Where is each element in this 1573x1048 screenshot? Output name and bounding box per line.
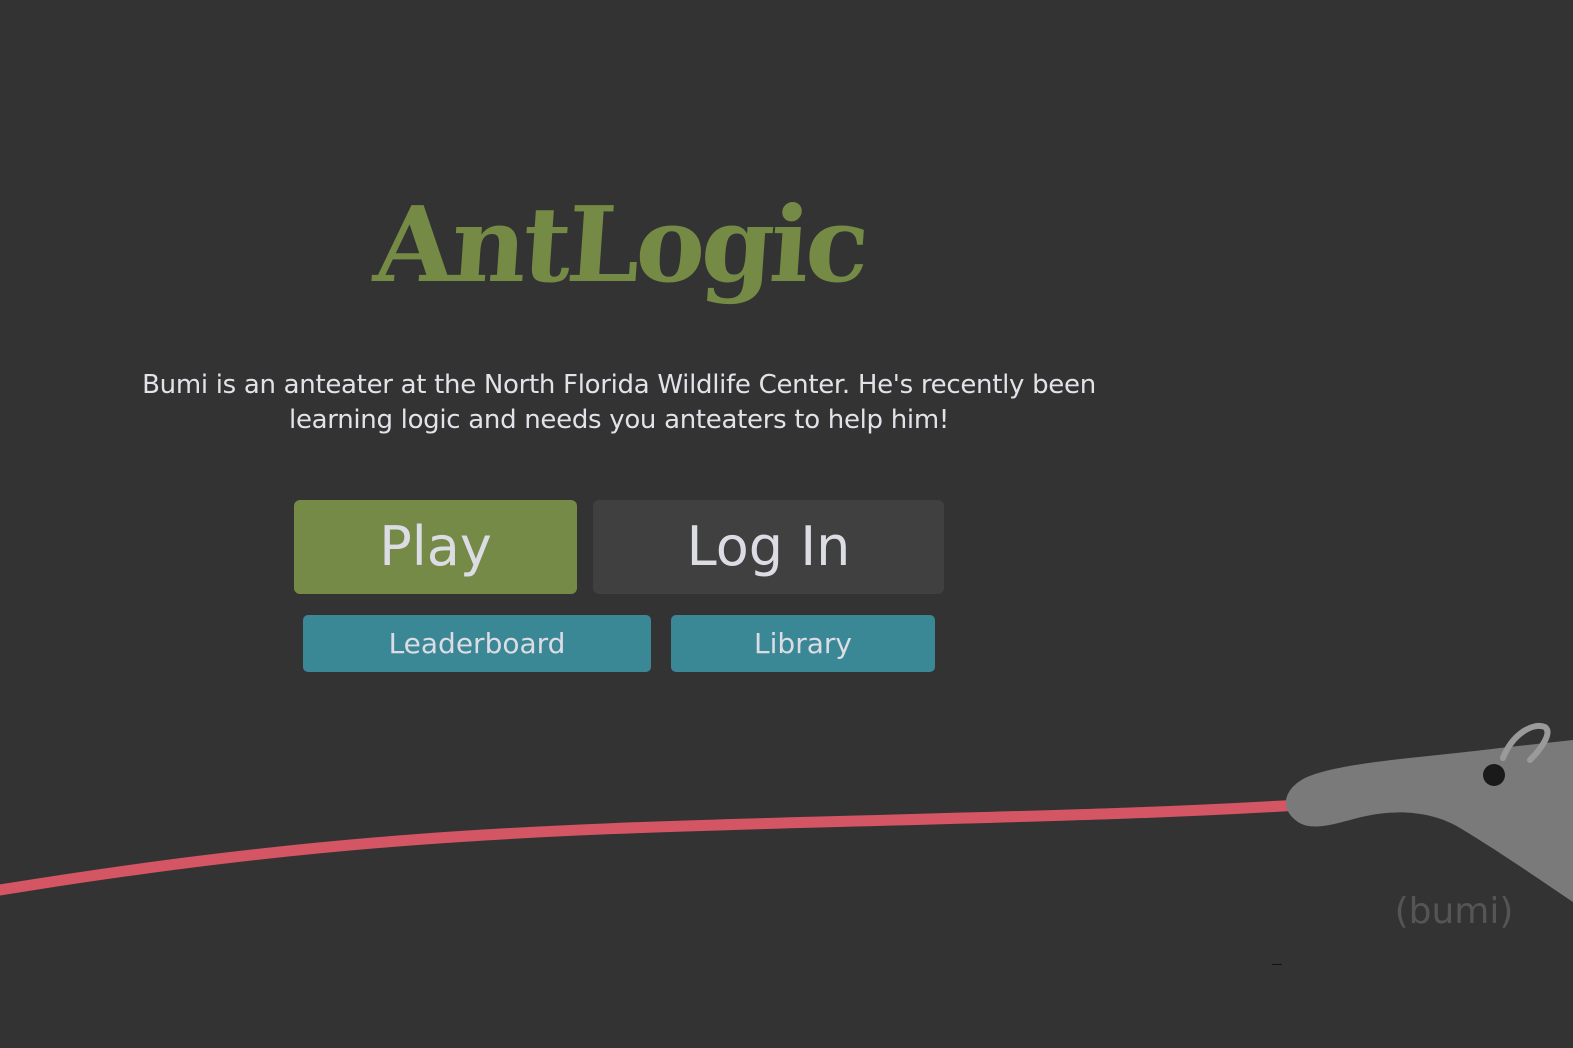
login-button[interactable]: Log In xyxy=(593,500,944,594)
intro-description: Bumi is an anteater at the North Florida… xyxy=(142,370,1096,435)
anteater-tongue xyxy=(0,799,1306,896)
library-button[interactable]: Library xyxy=(671,615,935,672)
anteater-ear xyxy=(1500,722,1551,763)
mascot-caption: (bumi) xyxy=(1394,891,1514,932)
anteater-eye xyxy=(1483,764,1505,786)
play-button[interactable]: Play xyxy=(294,500,577,594)
anteater-head xyxy=(1285,740,1573,902)
divider-mark xyxy=(1272,964,1282,965)
landing-page: AntLogic Bumi is an anteater at the Nort… xyxy=(0,0,1573,1048)
antlogic-logo: AntLogic xyxy=(370,183,870,306)
leaderboard-button[interactable]: Leaderboard xyxy=(303,615,651,672)
